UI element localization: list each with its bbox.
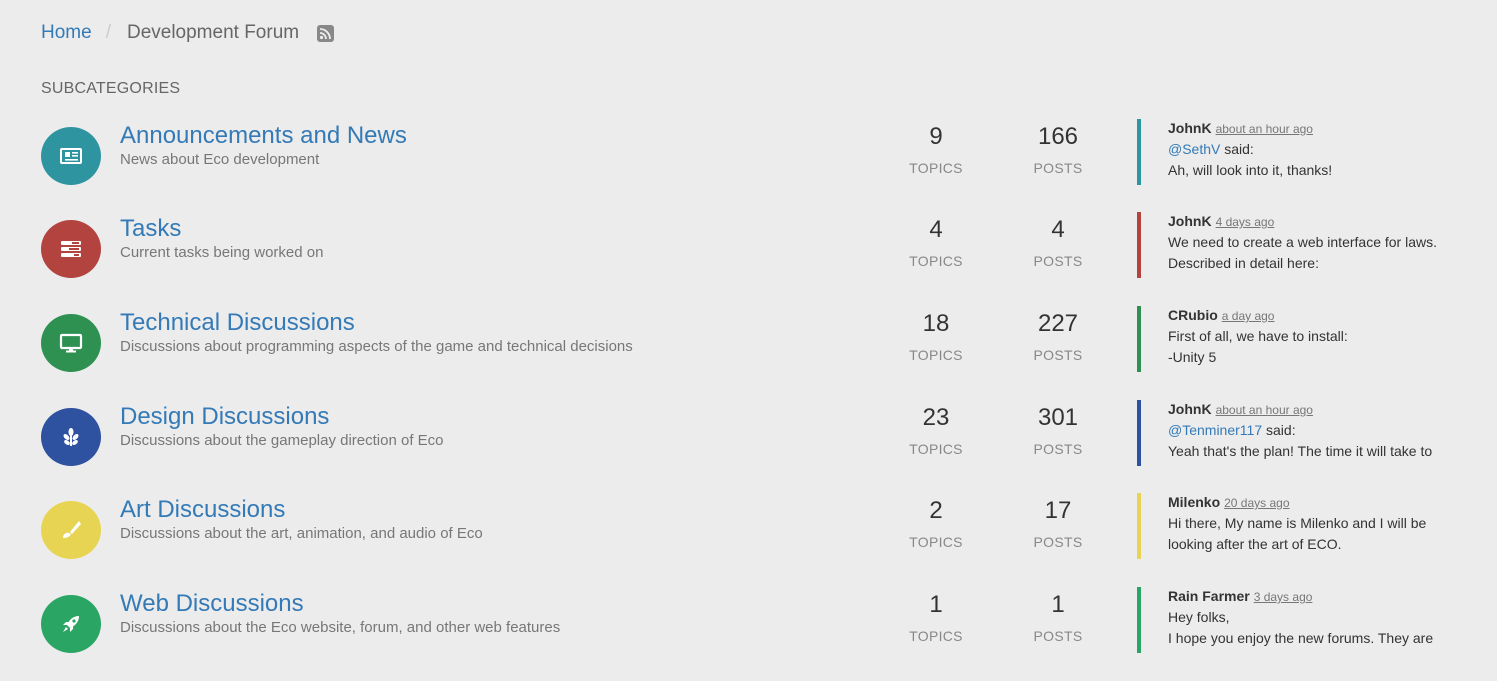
topics-number: 9 bbox=[929, 123, 943, 150]
topics-number: 18 bbox=[922, 310, 950, 337]
topics-label: TOPICS bbox=[909, 347, 963, 363]
breadcrumb-separator: / bbox=[105, 22, 111, 43]
category-description: Discussions about the Eco website, forum… bbox=[120, 619, 561, 636]
posts-number: 4 bbox=[1051, 216, 1065, 243]
category-title-link[interactable]: Technical Discussions bbox=[120, 309, 355, 337]
category-title-link[interactable]: Art Discussions bbox=[120, 496, 285, 524]
category-description: Discussions about programming aspects of… bbox=[120, 338, 633, 355]
teaser-text-line2: Yeah that's the plan! The time it will t… bbox=[1168, 443, 1433, 459]
latest-post-teaser[interactable]: Milenko 20 days ago Hi there, My name is … bbox=[1137, 493, 1497, 559]
rss-feed-icon[interactable] bbox=[317, 24, 335, 42]
topics-label: TOPICS bbox=[909, 160, 963, 176]
category-row-web: Web Discussions Discussions about the Ec… bbox=[0, 587, 1497, 657]
teaser-text-line2: looking after the art of ECO. bbox=[1168, 536, 1342, 552]
teaser-text-line1: We need to create a web interface for la… bbox=[1168, 234, 1437, 250]
teaser-timestamp[interactable]: 3 days ago bbox=[1254, 590, 1313, 604]
breadcrumb: Home / Development Forum bbox=[41, 18, 335, 48]
posts-number: 1 bbox=[1051, 591, 1065, 618]
posts-label: POSTS bbox=[1033, 628, 1083, 644]
teaser-mention[interactable]: @SethV bbox=[1168, 141, 1220, 157]
category-description: Current tasks being worked on bbox=[120, 244, 324, 261]
posts-label: POSTS bbox=[1033, 534, 1083, 550]
posts-label: POSTS bbox=[1033, 160, 1083, 176]
latest-post-teaser[interactable]: JohnK 4 days ago We need to create a web … bbox=[1137, 212, 1497, 278]
teaser-timestamp[interactable]: 4 days ago bbox=[1216, 215, 1275, 229]
category-row-tasks: Tasks Current tasks being worked on 4 TO… bbox=[0, 212, 1497, 282]
posts-label: POSTS bbox=[1033, 253, 1083, 269]
breadcrumb-home-link[interactable]: Home bbox=[41, 22, 92, 44]
rocket-icon[interactable] bbox=[41, 595, 101, 653]
teaser-username[interactable]: JohnK bbox=[1168, 401, 1212, 417]
newspaper-icon[interactable] bbox=[41, 127, 101, 185]
teaser-text-line2: -Unity 5 bbox=[1168, 349, 1217, 365]
teaser-username[interactable]: Milenko bbox=[1168, 494, 1220, 510]
category-title-link[interactable]: Design Discussions bbox=[120, 403, 329, 431]
teaser-text-line1: said: bbox=[1262, 422, 1296, 438]
teaser-text-line1: said: bbox=[1220, 141, 1254, 157]
topics-number: 23 bbox=[922, 404, 950, 431]
teaser-timestamp[interactable]: a day ago bbox=[1222, 309, 1275, 323]
topics-label: TOPICS bbox=[909, 441, 963, 457]
teaser-username[interactable]: JohnK bbox=[1168, 120, 1212, 136]
teaser-text-line1: Hey folks, bbox=[1168, 609, 1230, 625]
breadcrumb-current: Development Forum bbox=[126, 22, 300, 43]
latest-post-teaser[interactable]: JohnK about an hour ago @SethV said: Ah, … bbox=[1137, 119, 1497, 185]
category-description: News about Eco development bbox=[120, 151, 320, 168]
teaser-text-line2: Ah, will look into it, thanks! bbox=[1168, 162, 1333, 178]
category-row-design: Design Discussions Discussions about the… bbox=[0, 400, 1497, 470]
topics-label: TOPICS bbox=[909, 534, 963, 550]
teaser-timestamp[interactable]: about an hour ago bbox=[1216, 122, 1313, 136]
teaser-mention[interactable]: @Tenminer117 bbox=[1168, 422, 1262, 438]
teaser-text-line1: First of all, we have to install: bbox=[1168, 328, 1348, 344]
category-row-art: Art Discussions Discussions about the ar… bbox=[0, 493, 1497, 563]
posts-number: 17 bbox=[1044, 497, 1072, 524]
teaser-username[interactable]: Rain Farmer bbox=[1168, 588, 1250, 604]
category-description: Discussions about the art, animation, an… bbox=[120, 525, 483, 542]
teaser-username[interactable]: JohnK bbox=[1168, 213, 1212, 229]
latest-post-teaser[interactable]: JohnK about an hour ago @Tenminer117 said… bbox=[1137, 400, 1497, 466]
paintbrush-icon[interactable] bbox=[41, 501, 101, 559]
topics-label: TOPICS bbox=[909, 253, 963, 269]
topics-number: 1 bbox=[929, 591, 943, 618]
teaser-text-line2: I hope you enjoy the new forums. They ar… bbox=[1168, 630, 1434, 646]
category-title-link[interactable]: Tasks bbox=[120, 215, 181, 243]
topics-number: 4 bbox=[929, 216, 943, 243]
teaser-text-line2: Described in detail here: bbox=[1168, 255, 1319, 271]
posts-number: 301 bbox=[1037, 404, 1079, 431]
topics-number: 2 bbox=[929, 497, 943, 524]
tasks-icon[interactable] bbox=[41, 220, 101, 278]
teaser-timestamp[interactable]: about an hour ago bbox=[1216, 403, 1313, 417]
leaf-icon[interactable] bbox=[41, 408, 101, 466]
desktop-icon[interactable] bbox=[41, 314, 101, 372]
posts-label: POSTS bbox=[1033, 441, 1083, 457]
category-title-link[interactable]: Announcements and News bbox=[120, 122, 407, 150]
teaser-text-line1: Hi there, My name is Milenko and I will … bbox=[1168, 515, 1427, 531]
posts-number: 227 bbox=[1037, 310, 1079, 337]
topics-label: TOPICS bbox=[909, 628, 963, 644]
teaser-timestamp[interactable]: 20 days ago bbox=[1224, 496, 1289, 510]
category-title-link[interactable]: Web Discussions bbox=[120, 590, 304, 618]
teaser-username[interactable]: CRubio bbox=[1168, 307, 1218, 323]
category-row-announcements: Announcements and News News about Eco de… bbox=[0, 119, 1497, 189]
latest-post-teaser[interactable]: Rain Farmer 3 days ago Hey folks, I hope … bbox=[1137, 587, 1497, 653]
subcategories-heading: SUBCATEGORIES bbox=[41, 80, 181, 97]
category-row-technical: Technical Discussions Discussions about … bbox=[0, 306, 1497, 376]
posts-number: 166 bbox=[1037, 123, 1079, 150]
latest-post-teaser[interactable]: CRubio a day ago First of all, we have to… bbox=[1137, 306, 1497, 372]
posts-label: POSTS bbox=[1033, 347, 1083, 363]
category-description: Discussions about the gameplay direction… bbox=[120, 432, 444, 449]
